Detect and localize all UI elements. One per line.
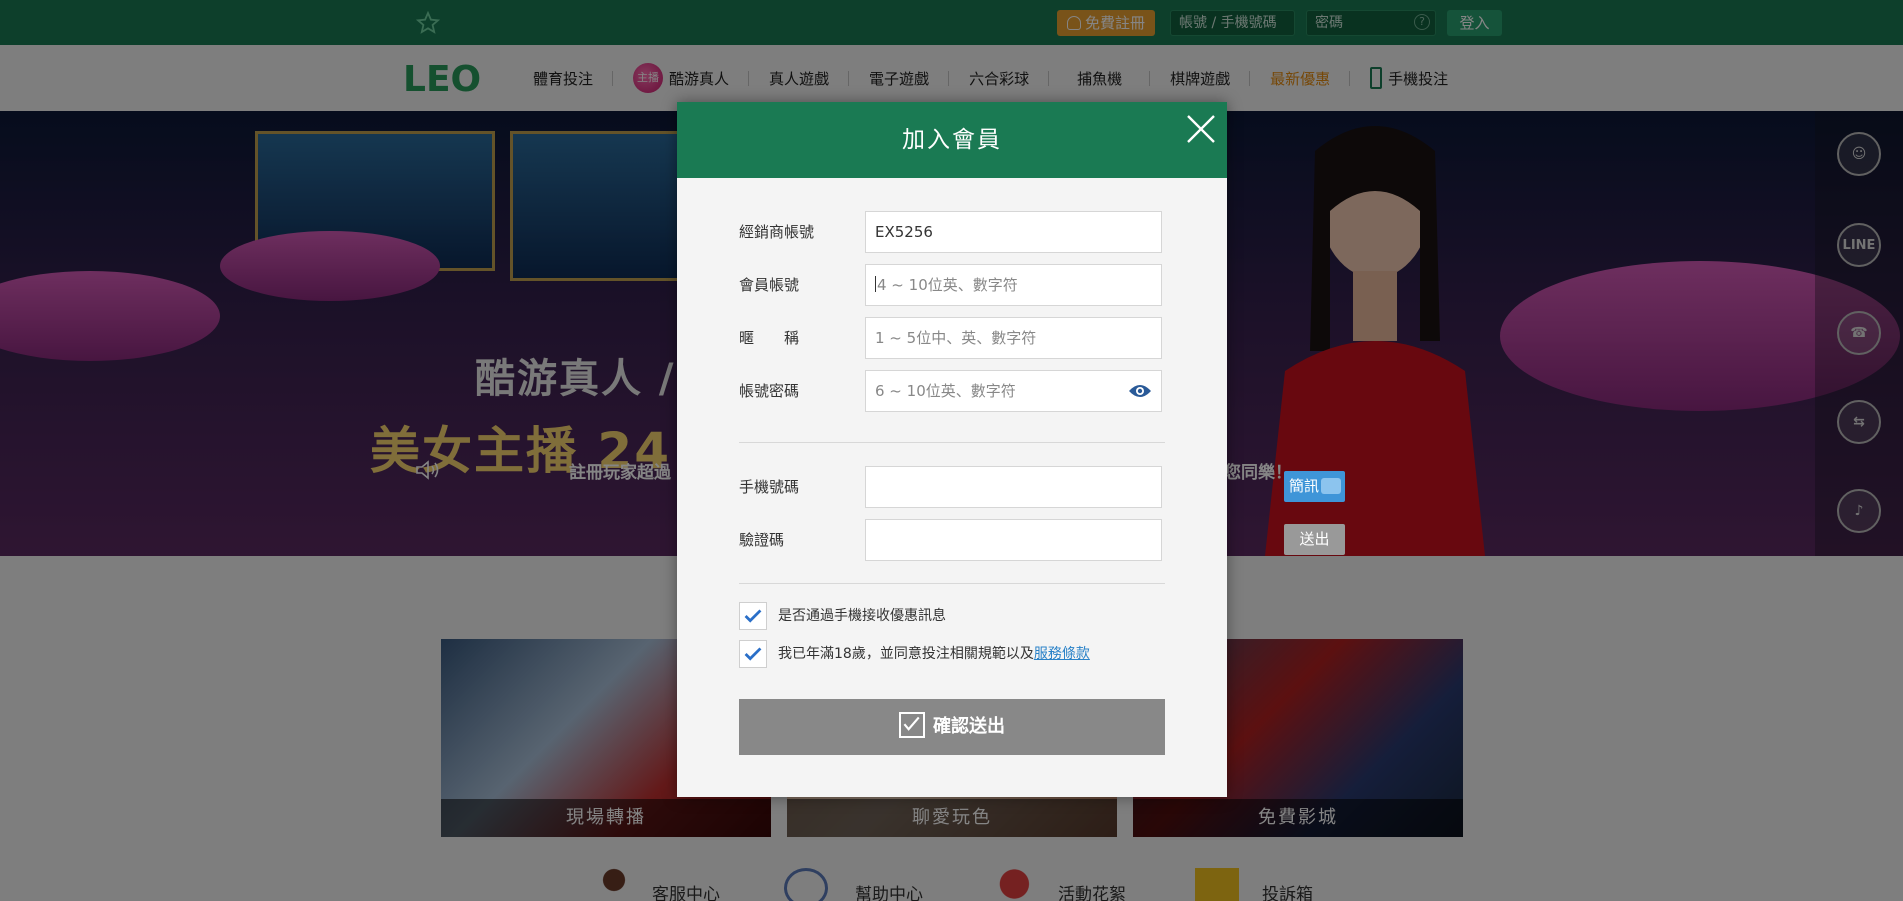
chat-bubble-icon (1321, 478, 1341, 494)
verification-code-label: 驗證碼 (739, 531, 785, 549)
phone-label: 手機號碼 (739, 478, 800, 496)
modal-title: 加入會員 (902, 127, 1002, 153)
divider (739, 583, 1165, 584)
password-label: 帳號密碼 (739, 382, 800, 400)
close-icon[interactable] (1184, 112, 1218, 146)
member-account-label: 會員帳號 (739, 276, 800, 294)
checkmark-icon (744, 609, 762, 623)
agent-account-input[interactable]: EX5256 (865, 211, 1162, 253)
terms-of-service-link[interactable]: 服務條款 (1034, 646, 1090, 662)
send-code-button[interactable]: 送出 (1284, 524, 1345, 555)
nickname-label: 暱 稱 (739, 329, 800, 347)
sms-button[interactable]: 簡訊 (1284, 471, 1345, 502)
password-field[interactable]: 6 ~ 10位英、數字符 (865, 370, 1162, 412)
agent-account-label: 經銷商帳號 (739, 223, 815, 241)
eye-icon[interactable] (1128, 383, 1152, 399)
register-modal: 加入會員 經銷商帳號 EX5256 會員帳號 4 ~ 10位英、數字符 暱 稱 … (677, 102, 1345, 797)
promo-sms-label: 是否通過手機接收優惠訊息 (778, 608, 946, 624)
agree-terms-checkbox[interactable] (739, 640, 767, 668)
verification-code-input[interactable]: 送出 (865, 519, 1345, 561)
member-account-input[interactable]: 4 ~ 10位英、數字符 (865, 264, 1162, 306)
text-cursor (875, 276, 876, 292)
promo-sms-checkbox[interactable] (739, 602, 767, 630)
confirm-submit-button[interactable]: 確認送出 (739, 699, 1165, 755)
divider (739, 442, 1165, 443)
checkbox-icon (899, 712, 925, 738)
phone-input[interactable]: 簡訊 (865, 466, 1345, 508)
checkmark-icon (744, 647, 762, 661)
agree-terms-label: 我已年滿18歲，並同意投注相關規範以及服務條款 (778, 646, 1090, 662)
nickname-input[interactable]: 1 ~ 5位中、英、數字符 (865, 317, 1162, 359)
